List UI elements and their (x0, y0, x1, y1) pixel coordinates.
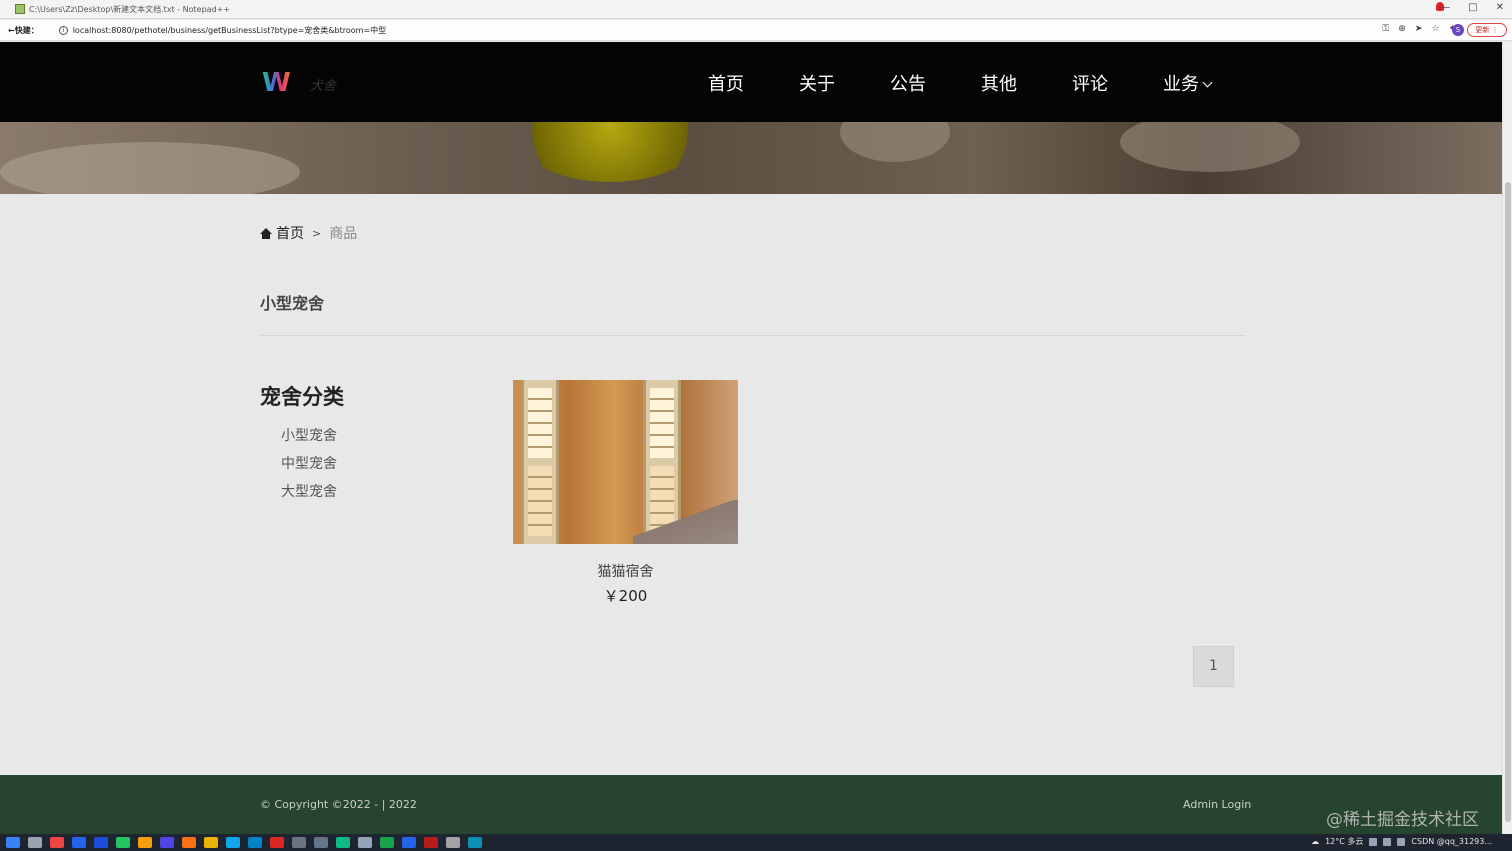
app-icon[interactable] (424, 837, 438, 848)
nav-about[interactable]: 关于 (799, 70, 835, 96)
nav-business-label: 业务 (1163, 74, 1199, 95)
site-footer: © Copyright ©2022 - | 2022 Admin Login (0, 775, 1502, 834)
tray-icon[interactable] (1383, 837, 1392, 846)
hero-ball-shape (515, 122, 705, 182)
chrome-icon[interactable] (138, 837, 152, 848)
star-icon[interactable]: ☆ (1431, 24, 1439, 34)
breadcrumb-current: 商品 (329, 226, 358, 242)
site-info-icon[interactable]: i (58, 25, 68, 35)
folder-icon[interactable] (204, 837, 218, 848)
floor-shape (633, 500, 738, 544)
taskbar-apps (6, 837, 482, 848)
excel-icon[interactable] (380, 837, 394, 848)
notepad-icon[interactable] (446, 837, 460, 848)
category-title: 宠舍分类 (260, 385, 344, 409)
tray-text: CSDN @qq_31293... (1411, 837, 1492, 846)
tray-icon[interactable] (1369, 837, 1378, 846)
divider (260, 335, 1245, 336)
breadcrumb-home[interactable]: 首页 (276, 223, 304, 243)
close-button[interactable]: ✕ (1496, 2, 1504, 13)
page-title: 小型宠舍 (260, 294, 325, 313)
browser-address-bar: ←快建： i localhost:8080/pethotel/business/… (0, 20, 1512, 41)
app-icon[interactable] (72, 837, 86, 848)
nav-comments[interactable]: 评论 (1072, 70, 1108, 96)
word-icon[interactable] (402, 837, 416, 848)
edge-icon[interactable] (468, 837, 482, 848)
maximize-button[interactable]: □ (1468, 2, 1477, 13)
hero-banner (0, 122, 1502, 194)
product-card[interactable]: 猫猫宿舍 ￥200 (513, 380, 738, 606)
admin-login-link[interactable]: Admin Login (1183, 798, 1251, 811)
app-icon[interactable] (292, 837, 306, 848)
app-icon[interactable] (160, 837, 174, 848)
nav-business-dropdown[interactable]: 业务 (1163, 70, 1213, 96)
window-titlebar: C:\Users\Zz\Desktop\新建文本文档.txt - Notepad… (0, 0, 1512, 19)
notepad-icon (15, 4, 25, 14)
back-button[interactable]: ←快建： (8, 25, 39, 36)
site-header: W 犬舍 首页 关于 公告 其他 评论 业务 (0, 42, 1502, 122)
app-icon[interactable] (314, 837, 328, 848)
windows-taskbar: ☁ 12°C 多云 CSDN @qq_31293... (0, 834, 1512, 851)
logo-text: 犬舍 (310, 79, 337, 94)
url-field[interactable]: localhost:8080/pethotel/business/getBusi… (73, 25, 386, 36)
window-controls: — □ ✕ (1440, 2, 1504, 13)
zoom-icon[interactable]: ⊕ (1398, 24, 1406, 34)
app-icon[interactable] (182, 837, 196, 848)
category-item-medium[interactable]: 中型宠舍 (281, 454, 337, 482)
product-price: ￥200 (603, 587, 648, 605)
weather-icon: ☁ (1311, 837, 1320, 846)
system-tray: ☁ 12°C 多云 CSDN @qq_31293... (1311, 836, 1492, 847)
nav-other[interactable]: 其他 (981, 70, 1017, 96)
home-icon[interactable] (260, 227, 272, 239)
category-item-small[interactable]: 小型宠舍 (281, 426, 337, 454)
app-icon[interactable] (226, 837, 240, 848)
pagination-page-1[interactable]: 1 (1193, 646, 1234, 687)
product-name[interactable]: 猫猫宿舍 (513, 561, 738, 581)
app-icon[interactable] (94, 837, 108, 848)
logo-mark: W (262, 68, 291, 98)
profile-avatar[interactable]: S (1452, 24, 1464, 36)
minimize-button[interactable]: — (1440, 2, 1450, 13)
nav-home[interactable]: 首页 (708, 70, 744, 96)
app-icon[interactable] (270, 837, 284, 848)
hero-paw-shape (840, 122, 950, 162)
search-icon[interactable] (28, 837, 42, 848)
category-list: 小型宠舍 中型宠舍 大型宠舍 (281, 426, 337, 510)
breadcrumb: 首页 > 商品 (260, 223, 357, 243)
hero-paw-shape-2 (1120, 122, 1300, 172)
window-title: C:\Users\Zz\Desktop\新建文本文档.txt - Notepad… (29, 4, 231, 14)
app-icon[interactable] (50, 837, 64, 848)
start-icon[interactable] (6, 837, 20, 848)
app-icon[interactable] (248, 837, 262, 848)
page-scrollbar[interactable] (1502, 42, 1512, 834)
browser-toolbar: ⚿ ⊕ ➤ ☆ ✦ (1382, 24, 1456, 34)
site-logo[interactable]: W 犬舍 (262, 69, 342, 97)
update-button[interactable]: 更新 ⋮ (1467, 23, 1507, 37)
tray-icon[interactable] (1397, 837, 1406, 846)
chevron-down-icon (1202, 77, 1213, 88)
cabin-door-shape (521, 380, 559, 544)
app-icon[interactable] (336, 837, 350, 848)
nav-notice[interactable]: 公告 (890, 70, 926, 96)
main-nav: 首页 关于 公告 其他 评论 业务 (708, 70, 1213, 96)
send-icon[interactable]: ➤ (1415, 24, 1423, 34)
hero-fur-shape (0, 142, 300, 194)
key-icon[interactable]: ⚿ (1382, 24, 1389, 34)
product-image[interactable] (513, 380, 738, 544)
copyright-text: © Copyright ©2022 - | 2022 (260, 798, 417, 811)
category-item-large[interactable]: 大型宠舍 (281, 482, 337, 510)
watermark: @稀土掘金技术社区 (1326, 810, 1479, 830)
scrollbar-thumb[interactable] (1505, 182, 1511, 822)
app-icon[interactable] (358, 837, 372, 848)
weather-text[interactable]: 12°C 多云 (1325, 836, 1363, 847)
breadcrumb-separator: > (312, 226, 322, 240)
wechat-icon[interactable] (116, 837, 130, 848)
